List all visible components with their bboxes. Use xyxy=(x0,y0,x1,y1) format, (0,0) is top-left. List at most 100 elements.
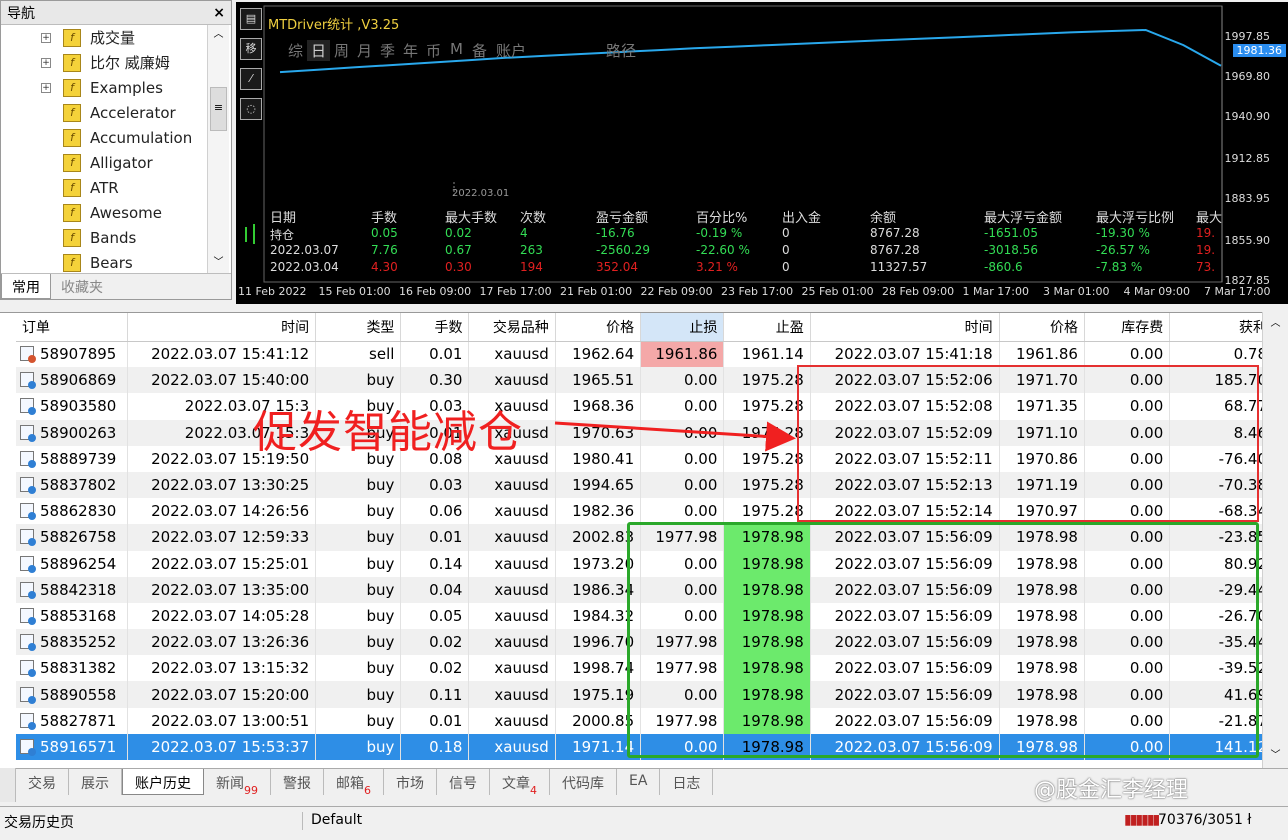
period-tab[interactable]: 月 xyxy=(353,40,376,61)
navigator-scrollbar[interactable]: ︿ ≡ ﹀ xyxy=(207,25,229,273)
period-tab[interactable]: 币 xyxy=(422,40,445,61)
period-tab[interactable]: 账户 xyxy=(491,40,531,61)
annotation-label: 促发智能减仓 xyxy=(253,407,523,458)
stats-cell: 0.67 xyxy=(445,243,472,257)
navigator-item[interactable]: f Alligator xyxy=(1,150,207,175)
stats-cell: 4.30 xyxy=(371,260,398,274)
navigator-title: 导航 xyxy=(7,5,35,22)
tab-2[interactable]: 账户历史 xyxy=(122,769,204,795)
tab-5[interactable]: 邮箱6 xyxy=(324,769,384,797)
column-header[interactable]: 手数 xyxy=(400,313,470,342)
order-icon xyxy=(20,686,36,704)
column-header[interactable]: 订单 xyxy=(16,313,129,342)
navigator-item-label: 成交量 xyxy=(90,29,136,47)
tab-favorites[interactable]: 收藏夹 xyxy=(51,274,113,299)
column-header[interactable]: 止损 xyxy=(640,313,725,342)
order-cell: 58906869 xyxy=(16,367,129,394)
date-marker: 2022.03.01 xyxy=(452,188,510,199)
navigator-item-label: 比尔 威廉姆 xyxy=(90,54,170,72)
tab-10[interactable]: EA xyxy=(617,769,661,795)
tab-9[interactable]: 代码库 xyxy=(550,769,617,795)
expand-icon[interactable]: + xyxy=(41,32,51,43)
period-tab[interactable]: 周 xyxy=(330,40,353,61)
stats-header: 盈亏金额 xyxy=(596,211,649,226)
tab-1[interactable]: 展示 xyxy=(69,769,122,795)
scroll-up-icon[interactable]: ︿ xyxy=(208,25,229,45)
tab-8[interactable]: 文章4 xyxy=(490,769,550,797)
period-tab[interactable]: 综 xyxy=(284,40,307,61)
statistics-chart[interactable]: ▤ 移 ⁄ ◌ MTDriver统计 ,V3.25 综日周月季年币 M 备账户 路径 … xyxy=(236,2,1288,304)
tab-4[interactable]: 警报 xyxy=(271,769,324,795)
tab-3[interactable]: 新闻99 xyxy=(204,769,271,797)
navigator-item[interactable]: f Bears xyxy=(1,250,207,273)
tab-7[interactable]: 信号 xyxy=(437,769,490,795)
scroll-up-icon[interactable]: ︿ xyxy=(1263,312,1288,336)
navigator-item[interactable]: f Accumulation xyxy=(1,125,207,150)
chart-menu-icon[interactable]: ▤ xyxy=(240,8,262,30)
tab-6[interactable]: 市场 xyxy=(384,769,437,795)
table-row[interactable]: 58907895 2022.03.07 15:41:12 sell 0.01 xauus… xyxy=(16,341,1274,368)
scroll-thumb[interactable]: ≡ xyxy=(210,87,227,131)
expand-icon[interactable]: + xyxy=(41,82,51,93)
tab-0[interactable]: 交易 xyxy=(16,769,69,795)
tab-common[interactable]: 常用 xyxy=(1,274,51,299)
column-header[interactable]: 时间 xyxy=(810,313,1000,342)
expand-icon[interactable]: + xyxy=(41,57,51,68)
navigator-item[interactable]: + f Examples xyxy=(1,75,207,100)
column-header[interactable]: 价格 xyxy=(555,313,642,342)
navigator-item[interactable]: + f 成交量 xyxy=(1,25,207,50)
column-header[interactable]: 库存费 xyxy=(1084,313,1171,342)
column-header[interactable]: 类型 xyxy=(315,313,402,342)
table-cell: 2022.03.07 13:00:51 xyxy=(127,707,317,734)
settings-icon[interactable]: ◌ xyxy=(240,98,262,120)
order-icon xyxy=(20,477,36,495)
period-tab[interactable]: 日 xyxy=(307,40,330,61)
order-id: 58907895 xyxy=(40,345,117,364)
navigator-item[interactable]: f Bands xyxy=(1,225,207,250)
table-cell: 2022.03.07 13:15:32 xyxy=(127,655,317,682)
tab-11[interactable]: 日志 xyxy=(660,769,714,795)
column-header[interactable]: 交易品种 xyxy=(468,313,556,342)
navigator-item[interactable]: f Awesome xyxy=(1,200,207,225)
y-tick-label: 1855.90 xyxy=(1224,234,1271,247)
navigator-item[interactable]: f Accelerator xyxy=(1,100,207,125)
x-tick-label: 4 Mar 09:00 xyxy=(1123,285,1190,298)
table-cell: buy xyxy=(315,655,402,682)
table-cell: 1962.64 xyxy=(555,341,642,368)
order-cell: 58853168 xyxy=(16,602,129,630)
stats-cell: -7.83 % xyxy=(1096,260,1143,274)
table-cell: 1965.51 xyxy=(555,367,642,394)
period-tab[interactable]: 季 xyxy=(376,40,399,61)
period-tab[interactable]: 备 xyxy=(468,40,491,61)
period-tab[interactable]: 年 xyxy=(399,40,422,61)
order-cell: 58896254 xyxy=(16,550,129,577)
table-scrollbar[interactable]: ︿ ﹀ xyxy=(1262,312,1288,768)
column-header[interactable]: 止盈 xyxy=(723,313,811,342)
scroll-down-icon[interactable]: ﹀ xyxy=(1263,744,1288,768)
move-icon[interactable]: 移 xyxy=(240,38,262,60)
table-cell: 2022.03.07 15:25:01 xyxy=(127,550,317,577)
table-cell: xauusd xyxy=(468,576,556,603)
indicator-icon: f xyxy=(63,53,81,72)
stats-header: 最大浮亏金额 xyxy=(984,211,1063,226)
order-icon xyxy=(20,424,36,442)
stats-cell: 0.30 xyxy=(445,260,472,274)
scroll-down-icon[interactable]: ﹀ xyxy=(208,253,229,273)
table-cell: xauusd xyxy=(468,524,556,551)
table-cell: 1970.63 xyxy=(555,419,642,446)
close-icon[interactable]: × xyxy=(213,5,225,21)
period-tab[interactable]: 路径 xyxy=(601,40,641,61)
column-header[interactable]: 获利 xyxy=(1169,313,1274,342)
table-cell: 0.06 xyxy=(400,498,470,525)
navigator-item-label: Examples xyxy=(90,78,163,97)
tab-label: 警报 xyxy=(283,776,311,792)
indicator-icon: f xyxy=(63,203,81,222)
navigator-item[interactable]: f ATR xyxy=(1,175,207,200)
navigator-item[interactable]: + f 比尔 威廉姆 xyxy=(1,50,207,75)
navigator-header: 导航 × xyxy=(1,1,231,25)
column-header[interactable]: 价格 xyxy=(999,313,1085,342)
x-tick-label: 28 Feb 09:00 xyxy=(882,285,955,298)
period-tab[interactable]: M xyxy=(445,40,468,61)
trend-icon[interactable]: ⁄ xyxy=(240,68,262,90)
column-header[interactable]: 时间 xyxy=(127,313,317,342)
